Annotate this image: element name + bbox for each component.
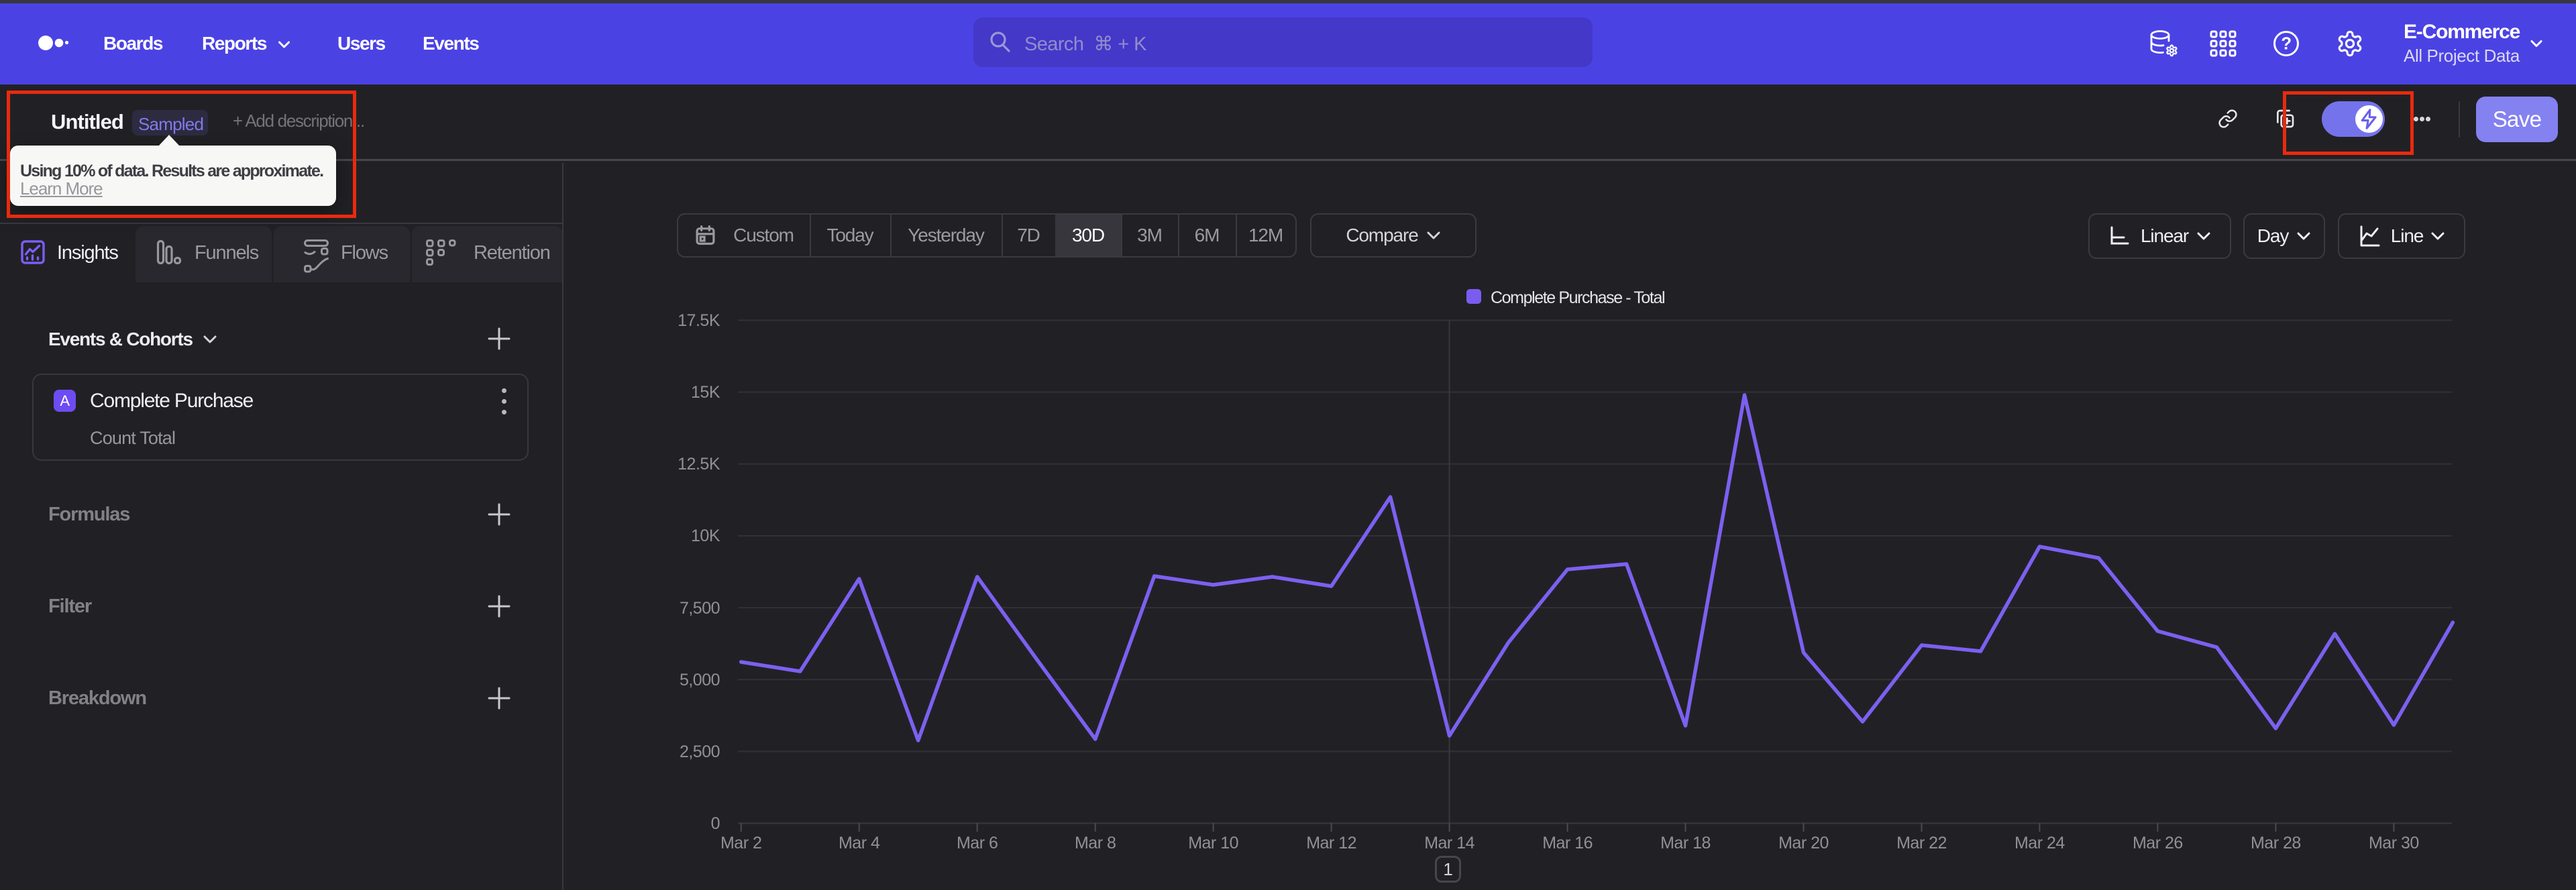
svg-text:Mar 24: Mar 24 bbox=[2015, 834, 2065, 852]
svg-text:Mar 2: Mar 2 bbox=[720, 834, 761, 852]
svg-text:Mar 14: Mar 14 bbox=[1424, 834, 1474, 852]
svg-text:Mar 12: Mar 12 bbox=[1306, 834, 1356, 852]
svg-text:Mar 16: Mar 16 bbox=[1542, 834, 1593, 852]
svg-text:Mar 6: Mar 6 bbox=[957, 834, 998, 852]
svg-text:Mar 4: Mar 4 bbox=[839, 834, 880, 852]
svg-text:7,500: 7,500 bbox=[680, 599, 720, 618]
svg-text:Complete Purchase - Total: Complete Purchase - Total bbox=[1491, 288, 1664, 307]
svg-text:0: 0 bbox=[711, 814, 720, 833]
svg-text:15K: 15K bbox=[691, 383, 720, 402]
svg-text:Mar 26: Mar 26 bbox=[2133, 834, 2183, 852]
svg-text:Mar 18: Mar 18 bbox=[1660, 834, 1711, 852]
svg-text:Mar 22: Mar 22 bbox=[1896, 834, 1947, 852]
svg-text:10K: 10K bbox=[691, 526, 720, 545]
svg-text:2,500: 2,500 bbox=[680, 742, 720, 761]
svg-text:Mar 20: Mar 20 bbox=[1778, 834, 1829, 852]
svg-text:5,000: 5,000 bbox=[680, 671, 720, 689]
svg-text:Mar 8: Mar 8 bbox=[1075, 834, 1116, 852]
svg-text:Mar 30: Mar 30 bbox=[2369, 834, 2419, 852]
svg-text:Mar 28: Mar 28 bbox=[2251, 834, 2301, 852]
svg-text:12.5K: 12.5K bbox=[678, 455, 720, 474]
svg-text:17.5K: 17.5K bbox=[678, 311, 720, 330]
svg-text:Mar 10: Mar 10 bbox=[1188, 834, 1238, 852]
